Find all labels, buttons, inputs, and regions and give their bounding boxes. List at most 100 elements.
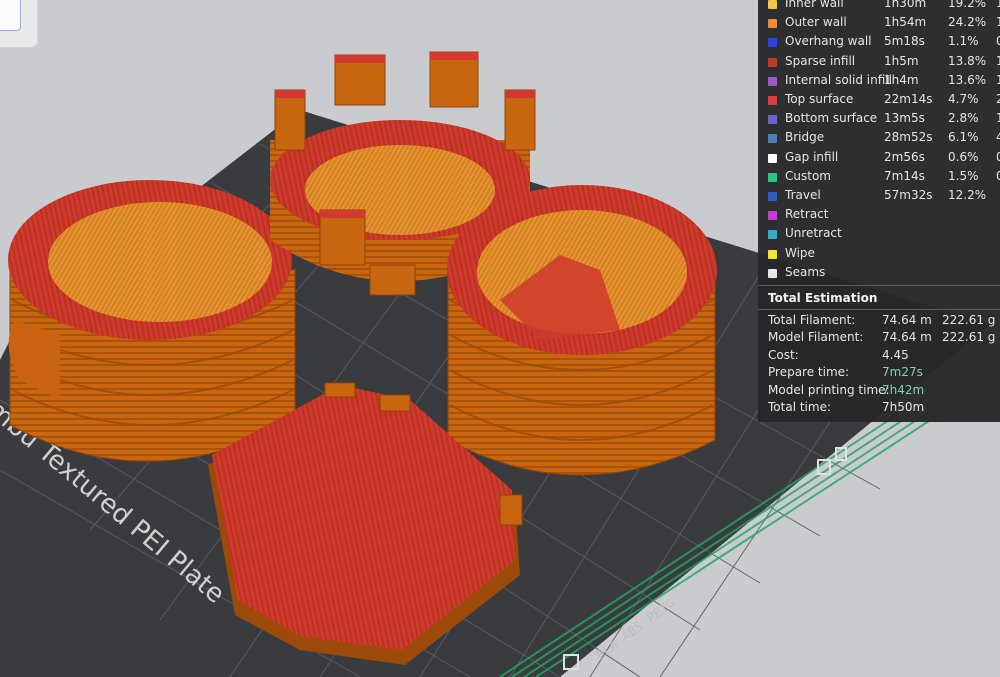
- gcode-legend-panel: Inner wall 1h30m 19.2% 1 Outer wall 1h54m 24.2…: [758, 0, 1000, 422]
- legend-time: 1h30m: [884, 0, 927, 10]
- legend-row-gap-infill[interactable]: Gap infill 2m56s 0.6% 0: [768, 148, 1000, 167]
- legend-row-retract[interactable]: Retract: [768, 205, 1000, 224]
- legend-label: Sparse infill: [785, 53, 856, 68]
- legend-percent: 13.6%: [948, 72, 987, 87]
- legend-row-inner-wall[interactable]: Inner wall 1h30m 19.2% 1: [768, 0, 1000, 13]
- legend-extra: 1: [996, 72, 1000, 87]
- legend-extra: 0: [996, 168, 1000, 183]
- legend-row-travel[interactable]: Travel 57m32s 12.2%: [768, 186, 1000, 205]
- legend-extra: 1: [996, 111, 1000, 126]
- legend-label: Overhang wall: [785, 34, 872, 49]
- legend-time: 2m56s: [884, 149, 925, 164]
- legend-row-wipe[interactable]: Wipe: [768, 244, 1000, 263]
- legend-time: 5m18s: [884, 34, 925, 49]
- legend-row-outer-wall[interactable]: Outer wall 1h54m 24.2% 1: [768, 13, 1000, 32]
- legend-extra: 1: [996, 15, 1000, 30]
- legend-swatch: [768, 115, 777, 125]
- legend-swatch: [768, 192, 777, 201]
- legend-swatch: [768, 268, 777, 278]
- total-label: Model printing time:: [768, 382, 890, 397]
- legend-row-top-surface[interactable]: Top surface 22m14s 4.7% 2: [768, 90, 1000, 109]
- legend-percent: 6.1%: [948, 130, 979, 145]
- legend-swatch: [768, 38, 777, 48]
- total-value: 74.64 m: [882, 313, 932, 327]
- legend-time: 1h54m: [884, 15, 927, 30]
- legend-time: 7m14s: [884, 168, 925, 183]
- legend-row-seams[interactable]: Seams: [768, 263, 1000, 282]
- legend-row-overhang-wall[interactable]: Overhang wall 5m18s 1.1% 0: [768, 32, 1000, 51]
- legend-row-internal-solid-infill[interactable]: Internal solid infill 1h4m 13.6% 1: [768, 71, 1000, 90]
- legend-time: 28m52s: [884, 130, 933, 145]
- legend-extra: 2: [996, 92, 1000, 106]
- legend-label: Wipe: [785, 245, 815, 260]
- total-row: Model Filament: 74.64 m 222.61 g: [768, 329, 1000, 346]
- legend-swatch: [768, 172, 777, 182]
- legend-label: Outer wall: [785, 15, 847, 30]
- toolbar-widget-button[interactable]: [0, 0, 21, 31]
- total-label: Model Filament:: [768, 330, 864, 345]
- legend-time: 57m32s: [884, 188, 933, 202]
- legend-extra: 1: [996, 53, 1000, 68]
- legend-percent: 1.5%: [948, 168, 979, 183]
- legend-row-sparse-infill[interactable]: Sparse infill 1h5m 13.8% 1: [768, 52, 1000, 71]
- toolbar-widget[interactable]: [0, 0, 38, 48]
- legend-row-bridge[interactable]: Bridge 28m52s 6.1% 4: [768, 128, 1000, 147]
- total-label: Total time:: [768, 400, 831, 414]
- legend-percent: 2.8%: [948, 111, 979, 126]
- legend-percent: 4.7%: [948, 92, 979, 106]
- legend-percent: 12.2%: [948, 188, 987, 202]
- legend-label: Inner wall: [785, 0, 844, 10]
- legend-time: 1h5m: [884, 53, 919, 68]
- legend-swatch: [768, 19, 777, 29]
- legend-row-bottom-surface[interactable]: Bottom surface 13m5s 2.8% 1: [768, 109, 1000, 128]
- legend-label: Travel: [785, 188, 821, 202]
- legend-extra: 0: [996, 34, 1000, 49]
- legend-swatch: [768, 76, 777, 86]
- legend-swatch: [768, 96, 777, 105]
- left-cylinder-model: [8, 180, 296, 462]
- legend-percent: 13.8%: [948, 53, 987, 68]
- total-label: Total Filament:: [768, 313, 856, 327]
- right-cylinder-model: [447, 185, 717, 476]
- legend-label: Gap infill: [785, 149, 839, 164]
- legend-row-unretract[interactable]: Unretract: [768, 224, 1000, 243]
- legend-time: 1h4m: [884, 72, 919, 87]
- legend-swatch: [768, 57, 777, 67]
- legend-label: Seams: [785, 264, 826, 279]
- legend-swatch: [768, 230, 777, 240]
- total-label: Prepare time:: [768, 365, 850, 380]
- legend-swatch: [768, 134, 777, 144]
- total-row: Total time: 7h50m: [768, 399, 1000, 416]
- total-value: 7m27s: [882, 365, 923, 380]
- total-row: Prepare time: 7m27s: [768, 364, 1000, 381]
- total-value-secondary: 222.61 g: [942, 330, 996, 345]
- legend-swatch: [768, 249, 777, 259]
- legend-divider: [758, 285, 1000, 286]
- total-value: 7h42m: [882, 382, 925, 397]
- legend-percent: 19.2%: [948, 0, 987, 10]
- legend-label: Bottom surface: [785, 111, 878, 126]
- legend-percent: 1.1%: [948, 34, 979, 49]
- total-value: 74.64 m: [882, 330, 932, 345]
- legend-time: 22m14s: [884, 92, 933, 106]
- legend-swatch: [768, 211, 777, 221]
- total-value: 4.45: [882, 347, 909, 362]
- legend-label: Retract: [785, 207, 829, 222]
- legend-label: Bridge: [785, 130, 825, 145]
- legend-swatch: [768, 0, 777, 9]
- legend-row-custom[interactable]: Custom 7m14s 1.5% 0: [768, 167, 1000, 186]
- legend-percent: 0.6%: [948, 149, 979, 164]
- legend-label: Internal solid infill: [785, 72, 892, 87]
- legend-extra: 1: [996, 0, 1000, 10]
- legend-label: Top surface: [785, 92, 854, 106]
- total-label: Cost:: [768, 347, 799, 362]
- total-value-secondary: 222.61 g: [942, 313, 996, 327]
- legend-percent: 24.2%: [948, 15, 987, 30]
- legend-swatch: [768, 153, 777, 163]
- legend-label: Unretract: [785, 226, 842, 241]
- total-divider: [758, 309, 1000, 310]
- legend-extra: 4: [996, 130, 1000, 145]
- total-estimation-title: Total Estimation: [768, 291, 878, 305]
- total-row: Total Filament: 74.64 m 222.61 g: [768, 312, 1000, 329]
- legend-extra: 0: [996, 149, 1000, 164]
